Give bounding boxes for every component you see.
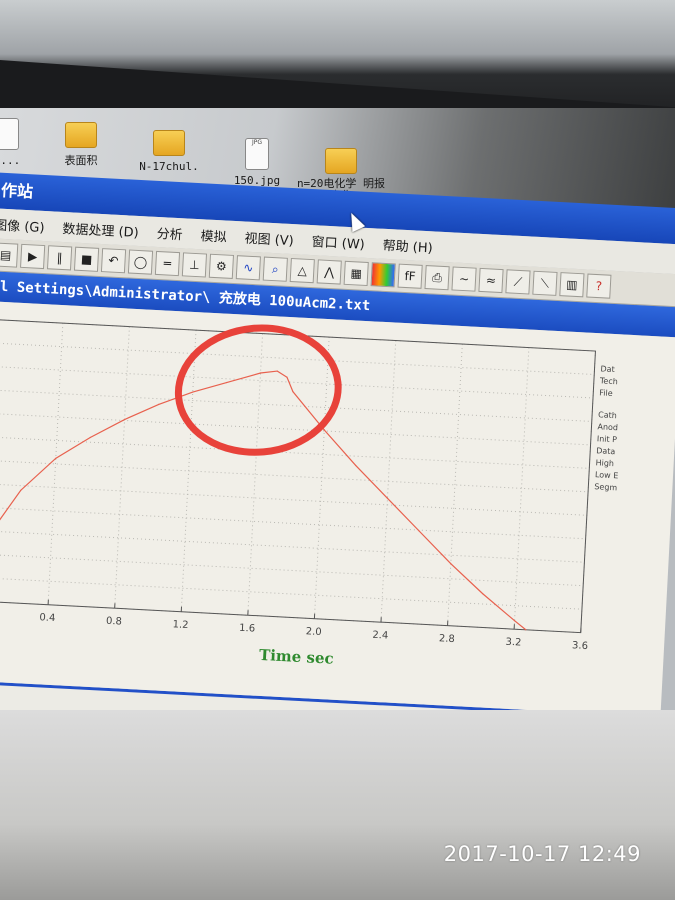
wave3-icon[interactable]: ⟋ [505, 269, 531, 295]
print-icon[interactable]: ⎙ [424, 265, 450, 291]
x-tick-label: 0.8 [106, 616, 122, 628]
layout-icon[interactable]: ▤ [0, 242, 19, 268]
desktop-icon-150jpg[interactable]: JPG 150.jpg [212, 138, 302, 187]
grid-line-horizontal [0, 459, 589, 493]
plot-frame [0, 319, 596, 634]
plot-area: 0.4 0.8 1.2 1.6 2.0 2.4 2.8 3.2 3.6 Dat Tech Fil… [0, 300, 675, 717]
series-line [0, 370, 527, 631]
grid-line-horizontal [0, 366, 594, 399]
graph-icon[interactable]: ∿ [235, 255, 261, 281]
menu-simulation[interactable]: 模拟 [191, 224, 236, 245]
wave2-icon[interactable]: ≈ [478, 267, 504, 294]
folder-icon [65, 122, 97, 148]
peak-icon[interactable]: △ [289, 257, 315, 284]
jpg-file-icon: JPG [245, 138, 269, 170]
photo-timestamp: 2017-10-17 12:49 [443, 842, 641, 866]
x-tick-label: 0.4 [39, 612, 55, 624]
x-tick-label: 2.8 [439, 633, 455, 645]
x-tick-label: 1.2 [172, 619, 188, 631]
undo-icon[interactable]: ↶ [100, 248, 127, 274]
chart-svg: 0.4 0.8 1.2 1.6 2.0 2.4 2.8 3.2 3.6 [0, 319, 596, 652]
sidebar-label: Segm [594, 482, 618, 493]
grid-line-horizontal [0, 483, 587, 516]
settings-icon[interactable]: ⚙ [208, 253, 234, 279]
menu-help[interactable]: 帮助 (H) [373, 234, 442, 257]
x-axis-title: Time sec [258, 645, 335, 668]
ruler-icon[interactable]: ═ [154, 250, 181, 277]
color-bars-icon[interactable] [370, 262, 396, 288]
below-screen-area [0, 710, 675, 900]
grid-icon[interactable]: ▥ [559, 272, 585, 298]
x-tick-label: 2.4 [372, 630, 388, 642]
desktop-icon-n17[interactable]: N-17chul. [124, 130, 214, 173]
x-tick-label: 3.6 [572, 640, 588, 652]
folder-icon [153, 130, 185, 156]
play-icon[interactable]: ▶ [20, 243, 46, 270]
pause-icon[interactable]: ∥ [46, 245, 73, 271]
x-tick-label: 3.2 [505, 637, 521, 649]
grid-line-horizontal [0, 506, 586, 540]
circle-icon[interactable]: ◯ [127, 249, 154, 275]
stop-icon[interactable]: ■ [73, 246, 100, 272]
help-icon[interactable]: ? [586, 273, 612, 299]
menu-data-processing[interactable]: 数据处理 (D) [53, 217, 148, 241]
zoom-icon[interactable]: ⌕ [262, 256, 288, 282]
file-icon [0, 118, 19, 150]
axis-icon[interactable]: ⊥ [181, 252, 208, 278]
table-icon[interactable]: ▦ [343, 260, 369, 287]
grid-line-horizontal [0, 553, 584, 587]
x-tick-label: 1.6 [239, 623, 255, 635]
grid-line-horizontal [0, 530, 585, 563]
grid-line-horizontal [0, 342, 595, 376]
desktop-icon-label: N-17chul. [139, 160, 199, 173]
wave4-icon[interactable]: ⟍ [532, 270, 558, 296]
menu-view[interactable]: 视图 (V) [235, 227, 303, 249]
grid-line-vertical [447, 344, 463, 626]
fF-button[interactable]: fF [397, 263, 423, 289]
app-window: 作站 图像 (G) 数据处理 (D) 分析 模拟 视图 (V) 窗口 (W) 帮… [0, 172, 675, 760]
x-tick-label: 2.0 [305, 626, 321, 638]
menu-graph[interactable]: 图像 (G) [0, 213, 54, 236]
info-sidebar: Dat Tech File Cath Anod Init P Data High… [594, 363, 649, 495]
wave1-icon[interactable]: ∼ [451, 266, 477, 292]
desktop-icon-label: 表面积 [64, 154, 98, 167]
menu-window[interactable]: 窗口 (W) [302, 230, 374, 253]
sidebar-label: File [599, 388, 613, 398]
peak2-icon[interactable]: ⋀ [316, 259, 342, 285]
desktop-icon-surface-area[interactable]: 表面积 [36, 122, 126, 168]
folder-icon [325, 148, 357, 174]
grid-line-horizontal [0, 413, 591, 446]
menu-analysis[interactable]: 分析 [147, 222, 192, 243]
